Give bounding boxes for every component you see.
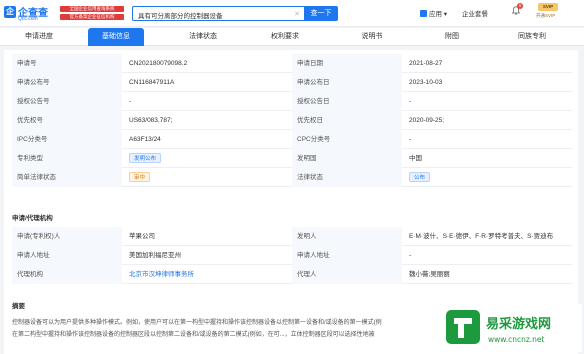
- info-label: 发明国: [292, 149, 402, 168]
- detail-tabs: 申请进度 基础信息 法律状态 权利要求 说明书 附图 同族专利: [0, 28, 584, 46]
- watermark-url: www.cncnz.net: [488, 335, 545, 344]
- info-value: -: [409, 136, 412, 143]
- tab-drawings[interactable]: 附图: [432, 28, 472, 46]
- info-row: 优先权号 US63/083,787; 优先权日 2020-09-25;: [12, 111, 572, 130]
- business-package-link[interactable]: 企业套餐: [462, 8, 488, 18]
- info-value: A63F13/24: [129, 136, 161, 143]
- tab-claims[interactable]: 权利要求: [260, 28, 310, 46]
- info-value: -: [129, 98, 132, 105]
- info-value: 审中: [124, 168, 290, 187]
- info-row: IPC分类号 A63F13/24 CPC分类号 -: [12, 130, 572, 149]
- info-value: 魏小薇;吴丽丽: [409, 271, 450, 278]
- agency-link[interactable]: 北京市汉坤律师事务所: [124, 265, 290, 284]
- info-label: 申请人地址: [12, 246, 122, 265]
- site-watermark: 易采游戏网 www.cncnz.net: [442, 304, 582, 352]
- info-value: 2021-08-27: [409, 60, 443, 67]
- info-row: 代理机构 北京市汉坤律师事务所 代理人 魏小薇;吴丽丽: [12, 265, 572, 284]
- info-label: 申请公布日: [292, 73, 402, 92]
- info-label: IPC分类号: [12, 130, 122, 149]
- info-row: 专利类型 发明公布 发明国 中国: [12, 149, 572, 168]
- info-label: 法律状态: [292, 168, 402, 187]
- tab-legal-status[interactable]: 法律状态: [178, 28, 228, 46]
- info-value: 2023-10-03: [409, 79, 443, 86]
- applicant-value: 苹果公司: [129, 233, 155, 240]
- info-label: 申请(专利权)人: [12, 227, 122, 246]
- info-value: CN116847911A: [129, 79, 175, 86]
- info-value: -: [409, 98, 412, 105]
- notification-count-badge: 6: [517, 3, 523, 9]
- info-row: 申请号 CN202180079098.2 申请日期 2021-08-27: [12, 54, 572, 73]
- info-label: 申请公布号: [12, 73, 122, 92]
- info-label: 申请日期: [292, 54, 402, 73]
- tab-specification[interactable]: 说明书: [350, 28, 394, 46]
- inventors-value: E·M·波什、S·E·德伊、F·R·罗特考普夫、S·贾迪布: [409, 233, 554, 240]
- svip-badge[interactable]: SVIP: [538, 3, 558, 11]
- logo-sub: Qcc.com: [18, 16, 38, 22]
- top-header: 企 企查查 Qcc.com 全国企业信用查询系统 官方备案企业征信机构 具有可分…: [0, 0, 584, 27]
- info-label: 优先权日: [292, 111, 402, 130]
- info-row: 简单法律状态 审中 法律状态 公布: [12, 168, 572, 187]
- info-label: CPC分类号: [292, 130, 402, 149]
- svip-subtext[interactable]: 开通SVIP: [536, 13, 555, 19]
- info-label: 代理人: [292, 265, 402, 284]
- slogan-line-1: 全国企业信用查询系统: [60, 6, 124, 12]
- info-value: 中国: [409, 155, 422, 162]
- info-label: 申请号: [12, 54, 122, 73]
- app-grid-icon: [420, 10, 427, 17]
- search-button[interactable]: 查一下: [304, 6, 338, 21]
- search-value: 具有可分离部分的控制器设备: [138, 13, 223, 20]
- tab-family-patents[interactable]: 同族专利: [506, 28, 558, 46]
- info-label: 授权公告号: [12, 92, 122, 111]
- info-label: 简单法律状态: [12, 168, 122, 187]
- app-label: 应用: [429, 11, 442, 18]
- clear-icon[interactable]: ✕: [294, 10, 300, 18]
- abstract-section-title: 摘要: [12, 303, 25, 310]
- info-label: 申请人地址: [292, 246, 402, 265]
- info-value: 公布: [404, 168, 572, 187]
- info-row: 申请人地址 美国加利福尼亚州 申请人地址 -: [12, 246, 572, 265]
- info-label: 授权公告日: [292, 92, 402, 111]
- info-label: 优先权号: [12, 111, 122, 130]
- info-value: -: [409, 252, 412, 259]
- info-label: 专利类型: [12, 149, 122, 168]
- search-input[interactable]: 具有可分离部分的控制器设备 ✕: [132, 6, 304, 21]
- patent-type-tag: 发明公布: [129, 153, 162, 164]
- info-row: 申请(专利权)人 苹果公司 发明人 E·M·波什、S·E·德伊、F·R·罗特考普…: [12, 227, 572, 246]
- applicant-section-title: 申请/代理机构: [12, 215, 53, 222]
- legal-status-tag: 公布: [409, 172, 431, 183]
- tab-basic-info[interactable]: 基础信息: [88, 28, 144, 46]
- tab-application-progress[interactable]: 申请进度: [14, 28, 64, 46]
- info-row: 授权公告号 - 授权公告日 -: [12, 92, 572, 111]
- app-menu[interactable]: 应用 ▾: [420, 8, 447, 18]
- info-label: 发明人: [292, 227, 402, 246]
- slogan-line-2: 官方备案企业征信机构: [60, 14, 124, 20]
- qcc-logo-icon[interactable]: 企: [4, 6, 16, 18]
- info-label: 代理机构: [12, 265, 122, 284]
- info-row: 申请公布号 CN116847911A 申请公布日 2023-10-03: [12, 73, 572, 92]
- info-value: 美国加利福尼亚州: [129, 252, 181, 259]
- info-value: 发明公布: [124, 149, 290, 168]
- info-value: US63/083,787;: [129, 117, 173, 124]
- watermark-title: 易采游戏网: [486, 316, 551, 332]
- simple-legal-status-tag: 审中: [129, 172, 151, 183]
- info-value: CN202180079098.2: [129, 60, 188, 67]
- info-value: 2020-09-25;: [409, 117, 445, 124]
